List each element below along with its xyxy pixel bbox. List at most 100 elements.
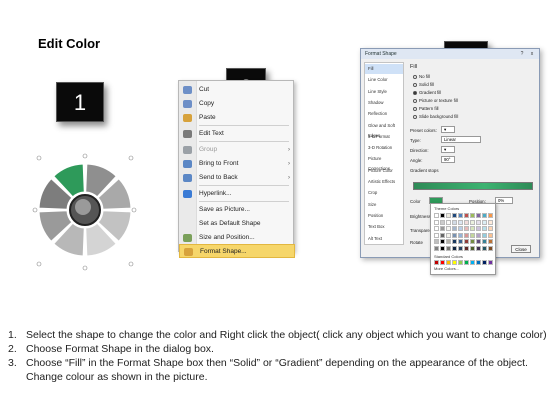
standard-color-swatch[interactable] (476, 260, 481, 265)
standard-color-swatch[interactable] (488, 260, 493, 265)
menu-item-edit-text[interactable]: Edit Text (179, 127, 295, 141)
standard-color-swatch[interactable] (482, 260, 487, 265)
sidebar-item-reflection[interactable]: Reflection (365, 109, 403, 119)
color-swatch[interactable] (488, 232, 493, 238)
color-swatch[interactable] (458, 219, 463, 225)
color-swatch[interactable] (434, 213, 439, 218)
color-swatch[interactable] (452, 239, 457, 244)
color-swatch[interactable] (446, 232, 451, 238)
color-swatch[interactable] (488, 245, 493, 251)
fill-option-pattern-fill[interactable]: Pattern fill (413, 106, 439, 111)
color-swatch[interactable] (446, 213, 451, 218)
color-swatch[interactable] (446, 219, 451, 225)
sidebar-item-artistic-effects[interactable]: Artistic Effects (365, 177, 403, 187)
standard-color-swatch[interactable] (434, 260, 439, 265)
sidebar-item-line-style[interactable]: Line Style (365, 87, 403, 97)
close-icon[interactable]: x (527, 50, 537, 58)
menu-item-cut[interactable]: Cut (179, 83, 295, 97)
color-swatch[interactable] (476, 245, 481, 251)
sidebar-item-size[interactable]: Size (365, 200, 403, 210)
color-swatch[interactable] (464, 213, 469, 218)
color-swatch[interactable] (452, 245, 457, 251)
color-swatch[interactable] (452, 213, 457, 218)
position-input[interactable]: 0% (495, 197, 513, 204)
selection-handle[interactable] (82, 265, 88, 271)
fill-option-slide-background-fill[interactable]: Slide background fill (413, 114, 458, 119)
sidebar-item-3-d-format[interactable]: 3-D Format (365, 132, 403, 142)
color-swatch[interactable] (470, 213, 475, 218)
selection-handle[interactable] (128, 261, 134, 267)
color-swatch[interactable] (434, 226, 439, 231)
color-swatch[interactable] (440, 213, 445, 218)
standard-color-swatch[interactable] (464, 260, 469, 265)
color-swatch[interactable] (470, 245, 475, 251)
standard-color-swatch[interactable] (458, 260, 463, 265)
color-swatch[interactable] (476, 239, 481, 244)
color-swatch[interactable] (482, 245, 487, 251)
donut-shape[interactable] (30, 150, 140, 280)
direction-dropdown[interactable]: ▾ (441, 146, 455, 153)
sidebar-item-3-d-rotation[interactable]: 3-D Rotation (365, 143, 403, 153)
color-swatch[interactable] (452, 226, 457, 231)
color-swatch[interactable] (440, 219, 445, 225)
color-swatch[interactable] (482, 226, 487, 231)
color-swatch[interactable] (482, 239, 487, 244)
color-swatch[interactable] (464, 239, 469, 244)
color-swatch[interactable] (458, 232, 463, 238)
gradient-stops-bar[interactable] (413, 182, 533, 190)
color-swatch[interactable] (464, 245, 469, 251)
color-swatch[interactable] (446, 226, 451, 231)
menu-item-save-as-picture[interactable]: Save as Picture... (179, 203, 295, 217)
selection-handle[interactable] (36, 261, 42, 267)
dialog-close-button[interactable]: Close (511, 245, 531, 253)
selection-handle[interactable] (82, 153, 88, 159)
color-swatch[interactable] (482, 232, 487, 238)
rotate-checkbox[interactable]: Rotate (410, 240, 423, 245)
preset-colors-dropdown[interactable]: ▾ (441, 126, 455, 133)
menu-item-copy[interactable]: Copy (179, 97, 295, 111)
color-swatch[interactable] (440, 245, 445, 251)
color-swatch[interactable] (446, 245, 451, 251)
color-swatch[interactable] (434, 232, 439, 238)
angle-input[interactable]: 90° (441, 156, 455, 163)
color-swatch[interactable] (458, 245, 463, 251)
color-swatch[interactable] (476, 226, 481, 231)
fill-option-gradient-fill[interactable]: Gradient fill (413, 90, 441, 95)
menu-item-bring-to-front[interactable]: Bring to Front › (179, 157, 295, 171)
color-swatch[interactable] (452, 219, 457, 225)
color-swatch[interactable] (476, 213, 481, 218)
standard-color-swatch[interactable] (446, 260, 451, 265)
menu-item-send-to-back[interactable]: Send to Back › (179, 171, 295, 185)
sidebar-item-fill[interactable]: Fill (365, 64, 403, 74)
fill-option-no-fill[interactable]: No fill (413, 74, 430, 79)
sidebar-item-crop[interactable]: Crop (365, 188, 403, 198)
sidebar-item-glow-and-soft-edges[interactable]: Glow and Soft Edges (365, 121, 403, 138)
color-swatch[interactable] (470, 232, 475, 238)
color-swatch[interactable] (482, 219, 487, 225)
menu-item-size-and-position[interactable]: Size and Position... (179, 231, 295, 245)
menu-item-group[interactable]: Group › (179, 143, 295, 157)
more-colors-link[interactable]: More Colors... (434, 266, 459, 271)
color-swatch[interactable] (488, 226, 493, 231)
color-swatch[interactable] (434, 245, 439, 251)
color-swatch[interactable] (458, 239, 463, 244)
color-swatch[interactable] (458, 226, 463, 231)
color-swatch[interactable] (482, 213, 487, 218)
sidebar-item-picture-corrections[interactable]: Picture Corrections (365, 154, 403, 171)
menu-item-set-as-default-shape[interactable]: Set as Default Shape (179, 217, 295, 231)
help-button[interactable]: ? (517, 50, 527, 58)
selection-handle[interactable] (32, 207, 38, 213)
color-swatch[interactable] (440, 239, 445, 244)
type-dropdown[interactable]: Linear (441, 136, 481, 143)
sidebar-item-text-box[interactable]: Text Box (365, 222, 403, 232)
sidebar-item-alt-text[interactable]: Alt Text (365, 234, 403, 244)
menu-item-paste[interactable]: Paste (179, 111, 295, 125)
color-swatch[interactable] (470, 239, 475, 244)
menu-item-hyperlink[interactable]: Hyperlink... (179, 187, 295, 201)
sidebar-item-line-color[interactable]: Line Color (365, 75, 403, 85)
color-swatch[interactable] (458, 213, 463, 218)
color-swatch[interactable] (488, 219, 493, 225)
color-swatch[interactable] (464, 232, 469, 238)
sidebar-item-position[interactable]: Position (365, 211, 403, 221)
color-swatch[interactable] (476, 219, 481, 225)
